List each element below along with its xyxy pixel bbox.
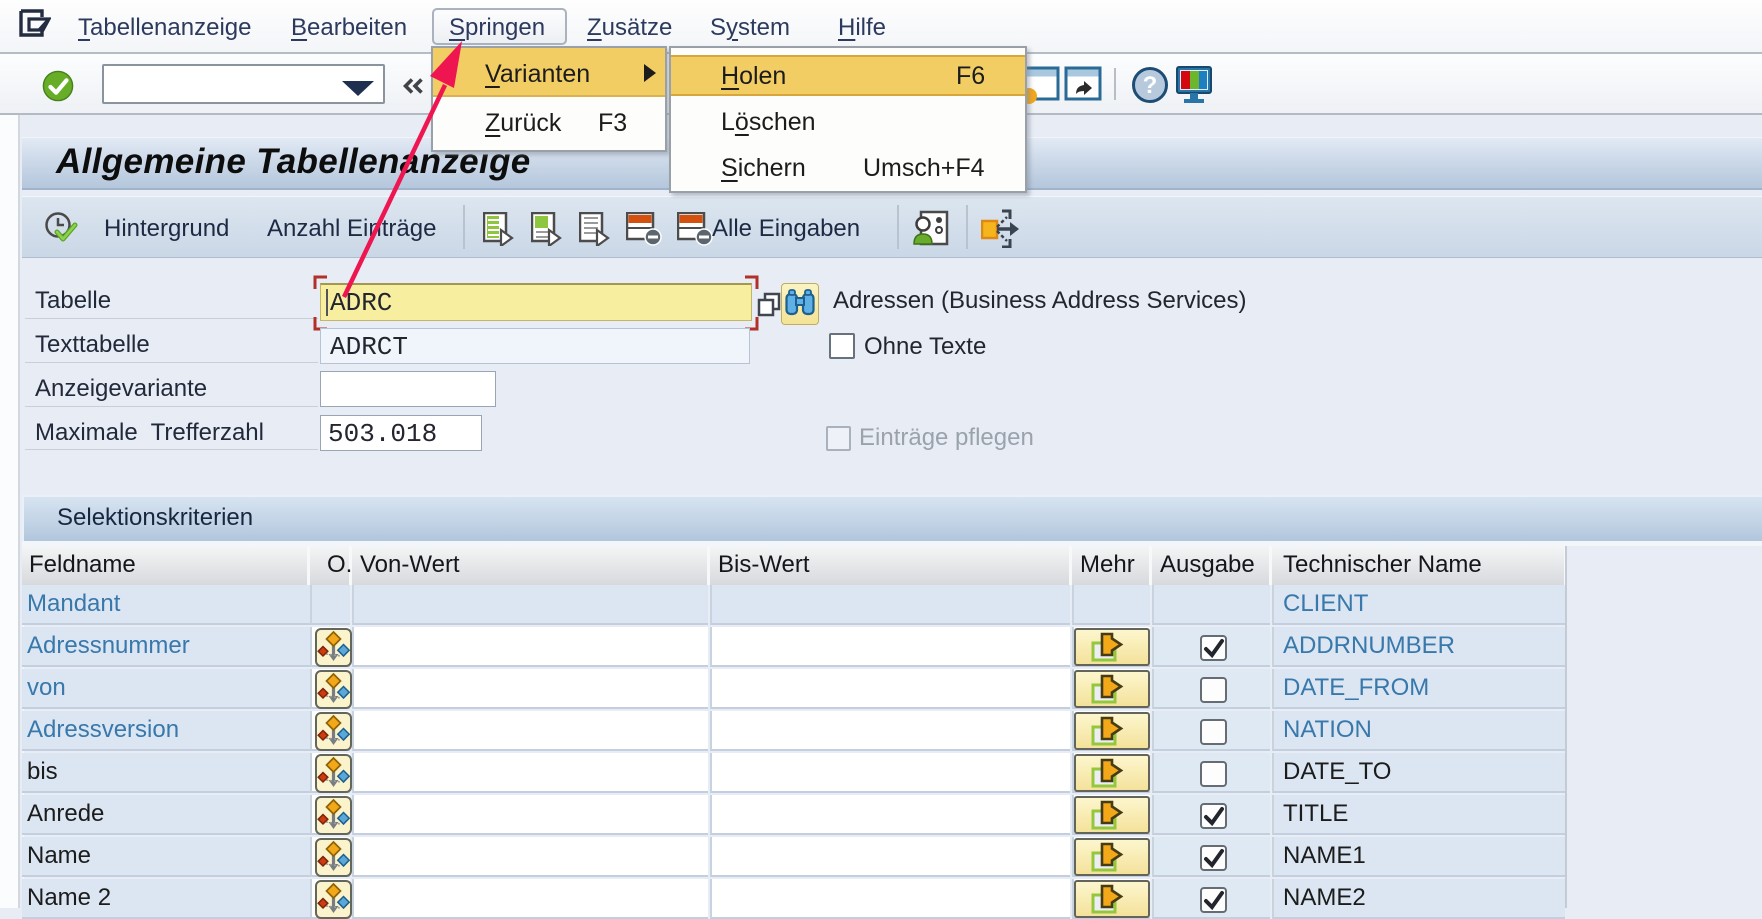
svg-text:?: ? xyxy=(1143,72,1158,99)
